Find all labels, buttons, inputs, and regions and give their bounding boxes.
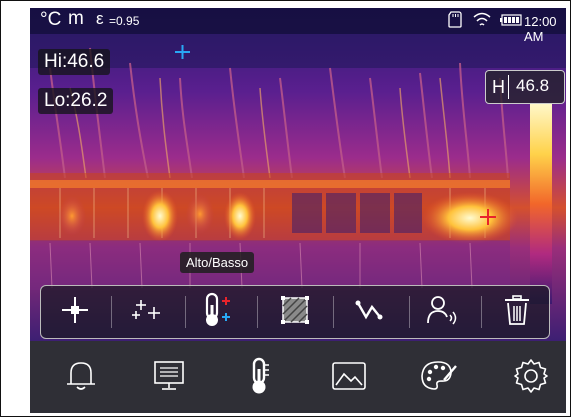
display-icon <box>151 358 187 399</box>
tool-tooltip: Alto/Basso <box>180 252 255 273</box>
emissivity-value: =0.95 <box>109 14 140 28</box>
toolbar-separator <box>409 296 410 328</box>
nav-alarm[interactable] <box>56 353 106 403</box>
center-point-tool[interactable] <box>43 289 107 335</box>
hi-lo-thermometer-icon <box>200 291 238 334</box>
line-profile-icon <box>353 295 385 330</box>
bell-icon <box>64 358 98 399</box>
palette-icon <box>418 358 460 399</box>
image-icon <box>330 359 368 398</box>
wifi-icon <box>472 11 492 32</box>
settings-gear-icon <box>512 357 550 400</box>
nav-palette[interactable] <box>414 353 464 403</box>
area-box-icon <box>279 294 311 331</box>
measurement-toolbar <box>40 285 550 339</box>
multi-point-icon <box>130 295 164 330</box>
clock: 12:00 AM <box>524 14 557 44</box>
toolbar-separator <box>333 296 334 328</box>
toolbar-separator <box>185 296 186 328</box>
scale-label: H <box>492 77 505 97</box>
alarm-person-icon <box>425 294 461 331</box>
hi-temperature-readout: Hi:46.6 <box>38 49 111 75</box>
thermometer-icon <box>244 356 274 401</box>
trash-icon <box>503 294 531 331</box>
nav-measure[interactable] <box>234 353 284 403</box>
area-tool[interactable] <box>263 289 327 335</box>
delete-tool[interactable] <box>485 289 549 335</box>
temperature-unit: °C <box>40 9 62 30</box>
scale-high-box[interactable]: H 46.8 <box>485 70 565 104</box>
sd-card-icon <box>448 11 462 31</box>
toolbar-separator <box>481 296 482 328</box>
alarm-tool[interactable] <box>411 289 475 335</box>
device-frame: °C m ε =0.95 12:00 AM Hi:46.6 Lo:26.2 H … <box>0 0 571 417</box>
scale-divider <box>508 75 509 99</box>
nav-display[interactable] <box>144 353 194 403</box>
emissivity-symbol: ε <box>96 9 104 28</box>
toolbar-separator <box>257 296 258 328</box>
color-scale-bar <box>530 104 552 304</box>
scale-high-value: 46.8 <box>516 76 550 95</box>
status-bar: °C m ε =0.95 12:00 AM <box>30 8 566 44</box>
range-mode: m <box>68 8 84 29</box>
nav-image[interactable] <box>324 353 374 403</box>
multi-point-tool[interactable] <box>115 289 179 335</box>
toolbar-separator <box>111 296 112 328</box>
center-point-icon <box>60 295 90 330</box>
nav-settings[interactable] <box>506 353 556 403</box>
battery-icon <box>500 14 522 29</box>
lo-temperature-readout: Lo:26.2 <box>38 88 114 114</box>
line-tool[interactable] <box>337 289 401 335</box>
camera-screen: °C m ε =0.95 12:00 AM Hi:46.6 Lo:26.2 H … <box>30 8 566 413</box>
bottom-navigation <box>30 341 566 413</box>
hi-lo-tool[interactable] <box>187 289 251 335</box>
